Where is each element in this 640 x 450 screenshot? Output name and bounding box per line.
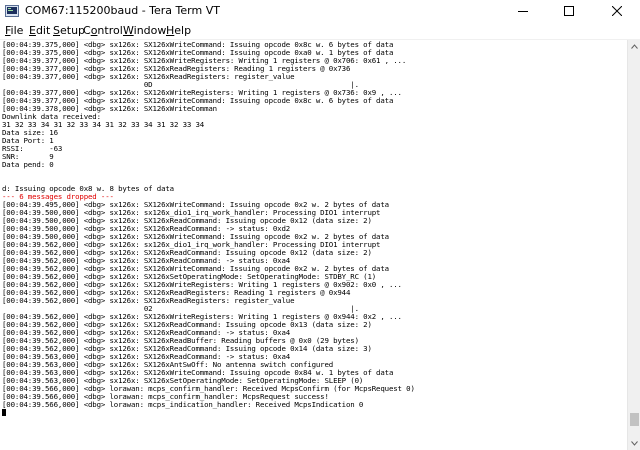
- menu-window-key: W: [123, 24, 134, 37]
- scroll-up-button[interactable]: [628, 40, 640, 53]
- chevron-down-icon: [631, 441, 638, 446]
- menu-window-rest: indow: [133, 24, 167, 37]
- terminal-line: [00:04:39.566,000] <dbg> lorawan: mcps_i…: [2, 400, 364, 409]
- menu-edit-rest: dit: [35, 24, 51, 37]
- vertical-scrollbar[interactable]: [627, 40, 640, 450]
- terminal-output[interactable]: [00:04:39.375,000] <dbg> sx126x: SX126xW…: [0, 40, 627, 450]
- terminal-line: Data pend: 0: [2, 160, 54, 169]
- menu-control-rest: ntrol: [97, 24, 123, 37]
- chevron-up-icon: [631, 44, 638, 49]
- menu-file[interactable]: File: [5, 24, 23, 37]
- menu-bar: File Edit Setup Control Window Help: [0, 22, 640, 40]
- terminal-cursor: [2, 409, 6, 416]
- menu-window[interactable]: Window: [123, 24, 166, 37]
- menu-control[interactable]: Control: [83, 24, 123, 37]
- scroll-thumb[interactable]: [630, 413, 639, 426]
- title-bar: COM67:115200baud - Tera Term VT: [0, 0, 640, 22]
- menu-setup-rest: etup: [59, 24, 86, 37]
- menu-help[interactable]: Help: [166, 24, 191, 37]
- tera-term-icon: [5, 5, 19, 17]
- close-icon: [612, 6, 622, 16]
- menu-edit[interactable]: Edit: [29, 24, 50, 37]
- minimize-button[interactable]: [500, 0, 546, 22]
- close-button[interactable]: [594, 0, 640, 22]
- menu-setup-key: S: [53, 24, 60, 37]
- maximize-icon: [564, 6, 574, 16]
- menu-edit-key: E: [29, 24, 36, 37]
- menu-help-rest: elp: [174, 24, 192, 37]
- menu-setup[interactable]: Setup: [53, 24, 85, 37]
- scroll-down-button[interactable]: [628, 437, 640, 450]
- window-title: COM67:115200baud - Tera Term VT: [25, 4, 220, 17]
- menu-control-pre: C: [83, 24, 91, 37]
- maximize-button[interactable]: [546, 0, 592, 22]
- minimize-icon: [518, 11, 528, 12]
- menu-file-rest: ile: [10, 24, 24, 37]
